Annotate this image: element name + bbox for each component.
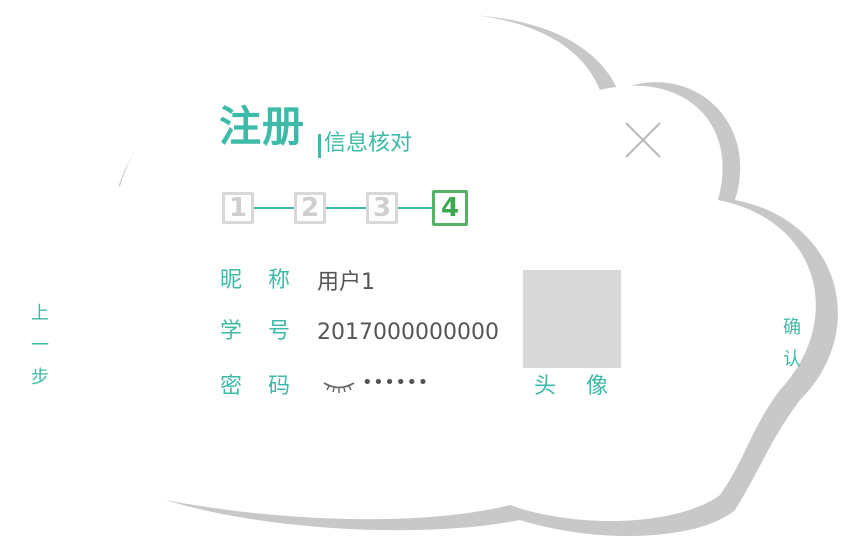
title-divider (318, 134, 321, 158)
previous-step-char: 一 (31, 335, 49, 356)
step-indicator: 1 2 3 4 (222, 189, 468, 227)
previous-step-char: 步 (31, 367, 49, 388)
eye-closed-icon (323, 382, 355, 393)
avatar-placeholder[interactable] (523, 270, 621, 368)
step-4-active: 4 (432, 190, 468, 226)
step-connector (326, 207, 366, 209)
password-label: 密码 (220, 374, 317, 399)
previous-step-char: 上 (31, 303, 49, 324)
step-2: 2 (294, 192, 326, 224)
page-title: 注册 (219, 102, 306, 151)
step-connector (254, 207, 294, 209)
cloud-shape (0, 11, 816, 522)
close-icon (625, 122, 661, 158)
cloud-background (0, 11, 838, 537)
confirm-char: 认 (783, 349, 801, 370)
step-3: 3 (366, 192, 398, 224)
avatar-label: 头像 (534, 374, 639, 399)
previous-step-button[interactable]: 上 一 步 (28, 298, 52, 394)
close-button[interactable] (624, 121, 662, 159)
step-connector (398, 207, 432, 209)
student-id-label: 学号 (220, 319, 317, 344)
confirm-button[interactable]: 确 认 (780, 312, 804, 376)
nickname-value: 用户1 (317, 270, 375, 295)
student-id-value: 2017000000000 (317, 320, 499, 345)
page-subtitle: 信息核对 (324, 131, 413, 156)
step-1: 1 (222, 192, 254, 224)
password-visibility-toggle[interactable] (322, 378, 356, 396)
nickname-label: 昵称 (220, 268, 317, 293)
password-masked-value: •••••• (362, 372, 429, 393)
confirm-char: 确 (783, 317, 801, 338)
